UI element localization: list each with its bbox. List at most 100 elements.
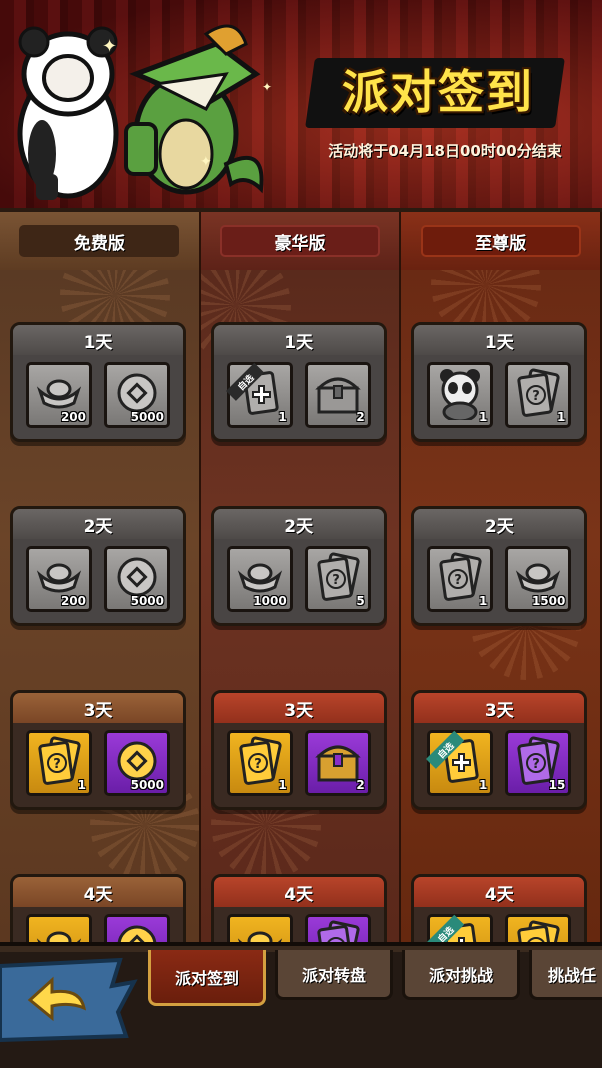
reward-quantity: 5000	[130, 778, 164, 792]
party-checkin-screen: ✦ ✦ ✦ 派对签到 活动将于04月18日00时00分结束 免费版 豪华版 至尊…	[0, 0, 602, 1068]
day-reward-card[interactable]: 3天? 1 2	[210, 690, 387, 810]
day-reward-card[interactable]: 2天 200 5000	[10, 506, 186, 626]
day-reward-card[interactable]: 2天? 1 1500	[411, 506, 588, 626]
reward-slot[interactable]: ? 1	[226, 730, 293, 796]
reward-slot[interactable]: 200	[26, 362, 92, 428]
nav-tab-party-challenge[interactable]: 派对挑战	[402, 950, 520, 1000]
svg-text:?: ?	[533, 757, 541, 772]
svg-text:?: ?	[455, 573, 463, 588]
nav-tab-party-wheel[interactable]: 派对转盘	[275, 950, 393, 1000]
reward-columns: 1天 200 5000 2天 200 5000 3天? 1 5000 4天 1天 自选 1 2 2天 100…	[0, 270, 602, 942]
reward-slot[interactable]: 5000	[104, 362, 170, 428]
reward-slot[interactable]: 1	[427, 362, 494, 428]
reward-quantity: 1	[278, 410, 287, 424]
reward-slots: 200 5000	[13, 355, 183, 428]
day-label: 4天	[414, 877, 585, 907]
reward-slot[interactable]: 自选 1	[225, 362, 293, 428]
sparkle-icon: ✦	[200, 154, 212, 170]
reward-quantity: 1000	[253, 594, 287, 608]
reward-column-supreme: 1天1?12天?115003天自选1?154天自选?	[401, 270, 602, 942]
question-card-icon: ?	[315, 920, 361, 942]
reward-slot[interactable]: 5000	[104, 546, 170, 612]
reward-slot[interactable]: 2	[304, 362, 371, 428]
sparkle-icon: ✦	[262, 80, 273, 94]
back-arrow-button[interactable]	[0, 956, 140, 1042]
reward-slot[interactable]: 1500	[505, 546, 572, 612]
reward-slot[interactable]: ?	[304, 914, 371, 942]
reward-quantity: 200	[60, 410, 86, 424]
day-label: 3天	[13, 693, 183, 723]
day-reward-card[interactable]: 3天自选 1? 15	[411, 690, 588, 810]
reward-quantity: 1	[478, 594, 488, 608]
reward-slot[interactable]: 2	[304, 730, 371, 796]
tier-label: 至尊版	[420, 225, 581, 257]
gold-ingot-icon	[235, 925, 285, 942]
svg-text:?: ?	[254, 757, 262, 772]
event-title-block: 派对签到	[300, 44, 580, 134]
reward-slot[interactable]: 自选	[426, 914, 494, 942]
reward-slot[interactable]	[226, 914, 293, 942]
reward-quantity: 1500	[531, 594, 566, 608]
reward-slots: ? 1 2	[214, 723, 384, 796]
reward-slots: 200 5000	[13, 539, 183, 612]
tier-tabs: 免费版 豪华版 至尊版	[0, 212, 602, 270]
reward-slots: ? 1 1500	[414, 539, 584, 612]
day-reward-card[interactable]: 4天自选?	[411, 874, 588, 942]
reward-quantity: 1	[278, 778, 287, 792]
reward-slot[interactable]: ?	[505, 914, 572, 942]
day-label: 3天	[414, 693, 585, 723]
reward-slot[interactable]	[26, 914, 92, 942]
reward-slots: 自选 1? 15	[414, 723, 584, 796]
reward-column-free: 1天 200 5000 2天 200 5000 3天? 1 5000 4天	[0, 270, 201, 942]
question-card-icon: ?	[515, 920, 561, 942]
reward-slot[interactable]: 200	[26, 546, 92, 612]
reward-quantity: 2	[356, 778, 365, 792]
nav-tab-party-checkin[interactable]: 派对签到	[148, 950, 266, 1006]
question-card-icon: ?	[437, 552, 483, 606]
reward-column-deluxe: 1天自选122天1000?53天?124天?	[200, 270, 402, 942]
day-reward-card[interactable]: 1天自选 1 2	[210, 322, 387, 442]
question-card-icon: ?	[315, 552, 361, 606]
panda-crocodile-mascots-illustration	[17, 24, 264, 200]
reward-quantity: 15	[548, 778, 566, 792]
tier-tab-free[interactable]: 免费版	[0, 212, 201, 270]
svg-text:?: ?	[332, 573, 340, 588]
reward-quantity: 1	[77, 778, 86, 792]
question-card-icon: ?	[515, 368, 561, 422]
reward-slot[interactable]: ? 5	[304, 546, 371, 612]
reward-slot[interactable]: ? 15	[505, 730, 572, 796]
reward-slot[interactable]: 自选 1	[426, 730, 494, 796]
tier-tab-deluxe[interactable]: 豪华版	[200, 212, 402, 270]
day-reward-card[interactable]: 1天 200 5000	[10, 322, 186, 442]
tier-tab-supreme[interactable]: 至尊版	[401, 212, 602, 270]
reward-quantity: 1	[556, 410, 566, 424]
reward-slots	[13, 907, 183, 942]
bottom-nav: 派对签到 派对转盘 派对挑战 挑战任	[0, 942, 602, 1068]
tier-label: 免费版	[19, 225, 180, 257]
reward-quantity: 200	[60, 594, 86, 608]
reward-slots: 1? 1	[414, 355, 584, 428]
reward-slot[interactable]	[104, 914, 170, 942]
reward-quantity: 5	[356, 594, 365, 608]
reward-slots: 自选 1 2	[214, 355, 384, 428]
reward-slot[interactable]: ? 1	[26, 730, 92, 796]
reward-quantity: 2	[356, 410, 365, 424]
reward-slot[interactable]: 5000	[104, 730, 170, 796]
reward-slot[interactable]: ? 1	[505, 362, 572, 428]
day-reward-card[interactable]: 1天 1? 1	[411, 322, 588, 442]
day-reward-card[interactable]: 4天	[10, 874, 186, 942]
day-label: 2天	[414, 509, 585, 539]
reward-slots: ?	[214, 907, 384, 942]
reward-slot[interactable]: ? 1	[427, 546, 494, 612]
gold-coin-icon	[114, 922, 160, 942]
day-reward-card[interactable]: 3天 ? 1 5000	[10, 690, 186, 810]
day-label: 1天	[213, 325, 384, 355]
gold-ingot-icon	[34, 925, 84, 942]
day-reward-card[interactable]: 4天?	[210, 874, 387, 942]
nav-tab-challenge-task[interactable]: 挑战任	[529, 950, 602, 1000]
reward-slot[interactable]: 1000	[226, 546, 293, 612]
event-end-time: 活动将于04月18日00时00分结束	[328, 142, 562, 160]
day-reward-card[interactable]: 2天 1000? 5	[210, 506, 387, 626]
question-card-icon: ?	[237, 736, 283, 790]
day-label: 1天	[13, 325, 183, 355]
